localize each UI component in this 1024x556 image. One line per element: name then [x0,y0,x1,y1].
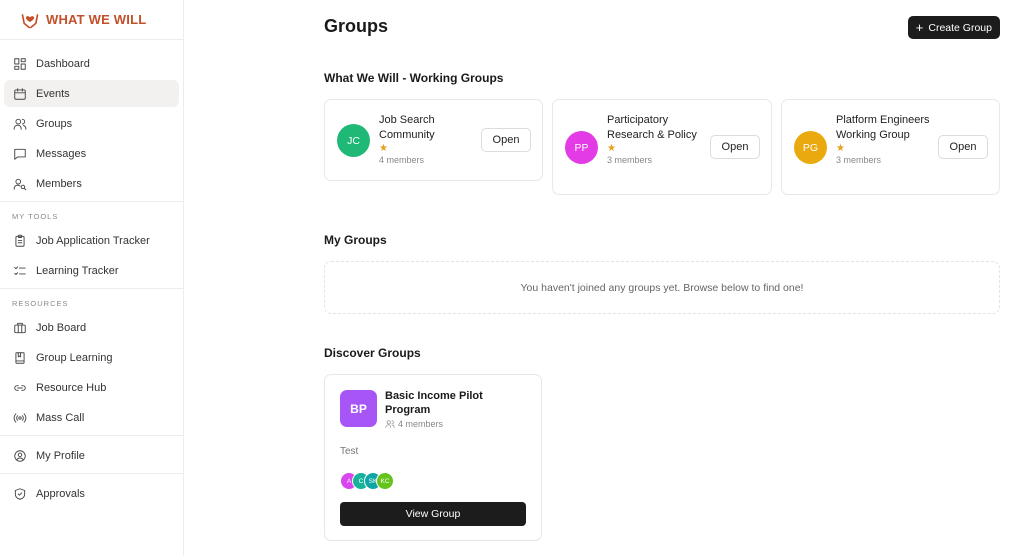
users-icon [12,116,28,132]
brand[interactable]: WHAT WE WILL [0,0,183,40]
briefcase-icon [12,320,28,336]
star-icon: ★ [379,143,388,154]
sidebar-item-events[interactable]: Events [4,80,179,107]
working-group-card[interactable]: PP Participatory Research & Policy ★ 3 m… [552,99,772,195]
main-content: Groups + Create Group What We Will - Wor… [324,0,1000,556]
sidebar-item-groups[interactable]: Groups [4,110,179,137]
group-name: Participatory Research & Policy [607,114,697,141]
sidebar: WHAT WE WILL Dashboard Events Groups Mes… [0,0,184,556]
sidebar-item-label: Dashboard [36,57,90,70]
sidebar-item-label: My Profile [36,449,85,462]
sidebar-item-approvals[interactable]: Approvals [4,480,179,507]
approvals-nav: Approvals [0,474,183,507]
calendar-icon [12,86,28,102]
sidebar-item-members[interactable]: Members [4,170,179,197]
link-icon [12,380,28,396]
view-group-button[interactable]: View Group [340,502,526,526]
group-avatar: PG [794,131,827,164]
section-label-resources: RESOURCES [12,299,69,308]
group-description: Test [340,446,359,457]
brand-name: WHAT WE WILL [46,12,147,27]
sidebar-item-group-learning[interactable]: Group Learning [4,344,179,371]
working-groups-title: What We Will - Working Groups [324,71,504,85]
open-group-button[interactable]: Open [938,135,988,159]
profile-nav: My Profile [0,436,183,469]
my-groups-empty-state: You haven't joined any groups yet. Brows… [324,261,1000,314]
star-icon: ★ [607,143,616,154]
create-group-label: Create Group [928,21,992,34]
message-icon [12,146,28,162]
tools-nav: Job Application Tracker Learning Tracker [0,227,183,284]
plus-icon: + [915,20,924,35]
my-groups-title: My Groups [324,233,387,247]
sidebar-item-job-application-tracker[interactable]: Job Application Tracker [4,227,179,254]
user-circle-icon [12,448,28,464]
create-group-button[interactable]: + Create Group [907,16,1000,39]
group-member-count: 4 members [379,155,425,165]
sidebar-item-label: Job Application Tracker [36,234,150,247]
clipboard-icon [12,233,28,249]
broadcast-icon [12,410,28,426]
list-check-icon [12,263,28,279]
sidebar-item-label: Members [36,177,82,190]
resources-nav: Job Board Group Learning Resource Hub Ma… [0,314,183,431]
sidebar-item-my-profile[interactable]: My Profile [4,442,179,469]
sidebar-item-label: Mass Call [36,411,85,424]
group-avatar: PP [565,131,598,164]
sidebar-item-label: Group Learning [36,351,113,364]
open-group-button[interactable]: Open [481,128,531,152]
open-group-button[interactable]: Open [710,135,760,159]
sidebar-item-label: Events [36,87,70,100]
member-count-text: 4 members [398,419,444,429]
group-name: Basic Income Pilot Program [385,390,483,416]
hands-heart-icon [21,13,39,28]
main-nav: Dashboard Events Groups Messages Members [0,40,183,197]
sidebar-item-resource-hub[interactable]: Resource Hub [4,374,179,401]
sidebar-item-dashboard[interactable]: Dashboard [4,50,179,77]
sidebar-item-label: Groups [36,117,73,130]
working-group-card[interactable]: PG Platform Engineers Working Group ★ 3 … [781,99,1000,195]
group-member-count: 3 members [836,155,882,165]
section-label-tools: MY TOOLS [12,212,59,221]
shield-check-icon [12,486,28,502]
sidebar-item-label: Approvals [36,487,85,500]
group-avatar: BP [340,390,377,427]
dashboard-icon [12,56,28,72]
sidebar-item-label: Resource Hub [36,381,107,394]
sidebar-item-label: Learning Tracker [36,264,119,277]
page-title: Groups [324,16,389,36]
group-member-count: 4 members [385,419,443,429]
book-icon [12,350,28,366]
group-info: Job Search Community ★ 4 members [379,113,479,166]
sidebar-item-label: Messages [36,147,87,160]
sidebar-item-label: Job Board [36,321,87,334]
user-search-icon [12,176,28,192]
group-info: Participatory Research & Policy ★ 3 memb… [607,113,707,166]
users-icon [385,420,395,428]
group-name: Job Search Community [379,114,435,141]
working-group-card[interactable]: JC Job Search Community ★ 4 members Open [324,99,543,181]
group-name: Platform Engineers Working Group [836,114,930,141]
sidebar-item-learning-tracker[interactable]: Learning Tracker [4,257,179,284]
star-icon: ★ [836,143,845,154]
member-avatar: KC [376,472,394,490]
group-member-count: 3 members [607,155,653,165]
sidebar-item-job-board[interactable]: Job Board [4,314,179,341]
sidebar-item-mass-call[interactable]: Mass Call [4,404,179,431]
sidebar-item-messages[interactable]: Messages [4,140,179,167]
group-avatar: JC [337,124,370,157]
group-info: Platform Engineers Working Group ★ 3 mem… [836,113,936,166]
discover-groups-title: Discover Groups [324,346,421,360]
discover-group-card[interactable]: BP Basic Income Pilot Program 4 members … [324,374,542,541]
